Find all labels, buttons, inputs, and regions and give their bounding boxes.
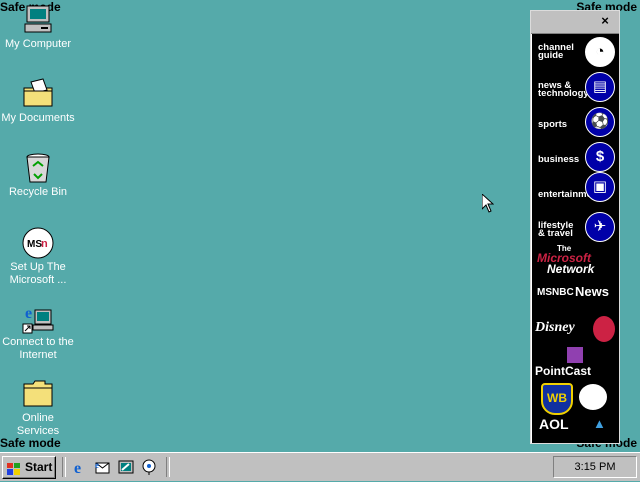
msnbc-label: MSNBC	[537, 287, 574, 298]
pointcast-icon	[567, 347, 583, 363]
wb-shield-label: WB	[541, 383, 573, 415]
internet-explorer-icon[interactable]: e	[72, 459, 88, 477]
taskbar-separator-2	[166, 457, 170, 477]
recycle-bin-label: Recycle Bin	[8, 186, 68, 198]
my-documents-label: My Documents	[1, 112, 75, 124]
pointcast-label: PointCast	[535, 364, 592, 378]
svg-text:e: e	[25, 305, 32, 322]
channel-guide-button[interactable]: channel guide ◔	[531, 34, 619, 69]
setup-msn-label-line1: Set Up The	[10, 261, 66, 273]
close-icon[interactable]: ×	[598, 14, 612, 28]
folder-documents-icon	[21, 78, 55, 110]
setup-msn-label-line2: Microsoft ...	[9, 274, 67, 286]
aol-label: AOL	[539, 416, 569, 432]
dollar-sign-icon: $	[585, 142, 615, 172]
msnbc-news-logo[interactable]: MSNBC News	[531, 278, 619, 312]
aol-triangle-icon: ▲	[593, 416, 606, 431]
connect-internet-label-line2: Internet	[19, 349, 57, 361]
msn-icon: MS n	[21, 227, 55, 259]
connect-internet-label-line1: Connect to the	[2, 336, 74, 348]
windows-logo-icon	[7, 461, 20, 475]
desktop-icon-online-services[interactable]: Online Services	[0, 378, 76, 438]
mickey-icon	[593, 316, 615, 342]
pointcast-logo[interactable]: PointCast	[531, 346, 619, 380]
view-channels-icon[interactable]	[141, 459, 157, 475]
channel-entertainment-button[interactable]: entertainment ▣	[531, 172, 619, 209]
recycle-bin-icon	[21, 152, 55, 184]
svg-text:e: e	[95, 460, 99, 470]
folder-icon	[21, 378, 55, 410]
channel-business-button[interactable]: business $	[531, 139, 619, 174]
msnbc-news-label: News	[575, 284, 609, 299]
channel-lifestyle-label-2: & travel	[538, 228, 573, 239]
my-computer-icon	[21, 4, 55, 36]
mouse-pointer-icon	[481, 192, 495, 216]
channel-lifestyle-travel-button[interactable]: lifestyle & travel ✈	[531, 209, 619, 244]
disney-logo[interactable]: Disney	[531, 312, 619, 346]
channel-bar: × channel guide ◔ news & technology ▤ sp…	[530, 10, 620, 444]
film-icon: ▣	[585, 172, 615, 202]
channel-guide-label-2: guide	[538, 50, 564, 61]
outlook-express-icon[interactable]: e	[95, 459, 111, 475]
msn-network-logo[interactable]: The Microsoft Network	[531, 244, 619, 278]
soccer-ball-icon: ⚽	[585, 107, 615, 137]
safe-mode-label-bottom-left: Safe mode	[0, 436, 61, 450]
show-desktop-icon[interactable]	[118, 459, 134, 475]
channel-business-label: business	[538, 154, 580, 165]
satellite-dish-icon: ◔	[585, 37, 615, 67]
aol-logo[interactable]: AOL ▲	[531, 414, 619, 432]
channel-sports-label: sports	[538, 119, 568, 130]
connect-internet-icon: e	[21, 302, 55, 334]
desktop-icon-my-computer[interactable]: My Computer	[0, 4, 76, 51]
start-label: Start	[25, 460, 53, 474]
channel-sports-button[interactable]: sports ⚽	[531, 104, 619, 139]
my-computer-label: My Computer	[4, 38, 72, 50]
warner-bros-logo[interactable]: WB	[531, 380, 619, 415]
disney-label: Disney	[535, 320, 575, 335]
newspaper-icon: ▤	[585, 72, 615, 102]
taskbar-separator	[62, 457, 66, 477]
channel-news-technology-button[interactable]: news & technology ▤	[531, 69, 619, 104]
msn-network-label: Network	[547, 262, 595, 276]
channel-news-label-2: technology	[538, 88, 589, 99]
channel-bar-titlebar[interactable]: ×	[531, 11, 619, 34]
airplane-icon: ✈	[585, 212, 615, 242]
online-services-label-line1: Online	[22, 412, 54, 424]
online-services-label-line2: Services	[16, 425, 60, 437]
taskbar: Start e e 3:15 PM	[0, 452, 640, 481]
clock-label: 3:15 PM	[574, 461, 616, 473]
desktop-icon-connect-internet[interactable]: e Connect to the Internet	[0, 302, 76, 362]
svg-text:n: n	[41, 238, 48, 250]
desktop-icon-setup-msn[interactable]: MS n Set Up The Microsoft ...	[0, 227, 76, 287]
svg-text:e: e	[74, 460, 81, 475]
system-tray-clock[interactable]: 3:15 PM	[553, 456, 637, 478]
desktop-icon-my-documents[interactable]: My Documents	[0, 78, 76, 125]
looney-tunes-icon	[579, 384, 607, 410]
start-button[interactable]: Start	[2, 456, 56, 479]
desktop-icon-recycle-bin[interactable]: Recycle Bin	[0, 152, 76, 199]
